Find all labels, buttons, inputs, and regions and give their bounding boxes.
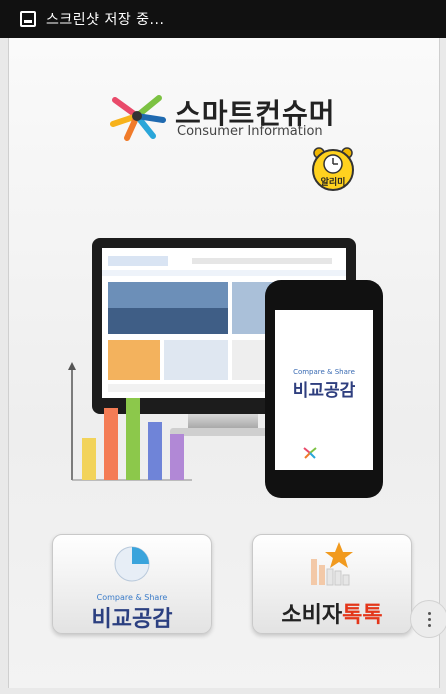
phone-illustration: Compare & Share 비교공감 bbox=[265, 280, 383, 498]
alarm-label: 알리미 bbox=[320, 178, 346, 188]
more-dot-icon bbox=[427, 623, 431, 627]
chart-bar-1 bbox=[82, 438, 96, 480]
app-logo: 스마트컨슈머 Consumer Information bbox=[107, 92, 367, 144]
compare-share-label: 비교공감 bbox=[91, 607, 173, 632]
chart-bar-2 bbox=[104, 408, 118, 480]
alarm-button[interactable]: 알리미 bbox=[311, 145, 355, 195]
bar-chart-star-icon bbox=[311, 542, 353, 586]
consumer-talk-label: 소비자톡톡 bbox=[253, 597, 411, 629]
more-options-button[interactable] bbox=[410, 600, 446, 638]
consumer-talk-button[interactable]: 소비자톡톡 bbox=[252, 534, 412, 634]
pie-chart-icon bbox=[114, 546, 150, 582]
consumer-talk-label-prefix: 소비자 bbox=[281, 603, 343, 628]
app-subtitle: Consumer Information bbox=[177, 124, 323, 139]
phone-logo-icon bbox=[303, 447, 317, 459]
more-dot-icon bbox=[427, 611, 431, 615]
pinwheel-logo-icon bbox=[110, 95, 166, 141]
consumer-talk-label-accent: 톡톡 bbox=[342, 603, 383, 628]
chart-bar-3 bbox=[126, 398, 140, 480]
chart-bar-5 bbox=[170, 434, 184, 480]
phone-title: 비교공감 bbox=[292, 381, 356, 401]
monitor-stand bbox=[188, 414, 258, 428]
screenshot-icon bbox=[20, 11, 36, 27]
bar-chart-illustration bbox=[64, 360, 194, 484]
status-bar: 스크린샷 저장 중... bbox=[0, 0, 446, 38]
chart-bar-4 bbox=[148, 422, 162, 480]
status-text: 스크린샷 저장 중... bbox=[46, 12, 165, 28]
more-dot-icon bbox=[427, 617, 431, 621]
compare-share-button[interactable]: Compare & Share 비교공감 bbox=[52, 534, 212, 634]
phone-caption: Compare & Share bbox=[293, 368, 355, 376]
phone-screen: Compare & Share 비교공감 bbox=[275, 310, 373, 470]
